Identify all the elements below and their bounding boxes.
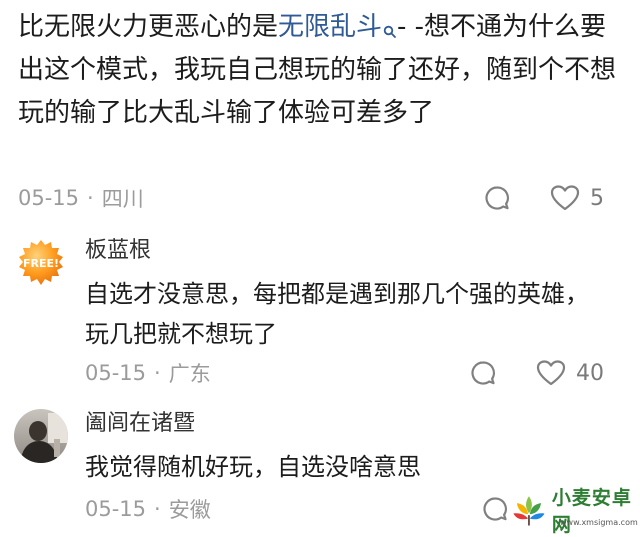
reply-body: 板蓝根 自选才没意思，每把都是遇到那几个强的英雄，玩几把就不想玩了: [85, 236, 605, 354]
site-watermark: 小麦安卓网 www.xmsigma.com: [510, 487, 638, 536]
reply-button[interactable]: [468, 358, 498, 388]
like-count: 40: [576, 360, 604, 386]
main-comment: 比无限火力更恶心的是无限乱斗 - -想不通为什么要出这个模式，我玩自己想玩的输了还…: [18, 6, 622, 211]
like-count: 5: [590, 185, 604, 211]
reply-username[interactable]: 板蓝根: [85, 236, 605, 266]
comment-date: 05-15: [18, 186, 80, 210]
watermark-url: www.xmsigma.com: [560, 518, 638, 527]
reply-text: 自选才没意思，每把都是遇到那几个强的英雄，玩几把就不想玩了: [85, 280, 589, 348]
watermark-text: 小麦安卓网: [551, 487, 632, 536]
meta-separator: ·: [87, 186, 94, 210]
reply-bubble-icon: [471, 361, 495, 385]
heart-outline-icon: [536, 360, 566, 386]
reply-username[interactable]: 阖闾在诸暨: [85, 409, 605, 439]
user-photo-avatar: [14, 409, 68, 463]
reply-actions: 40: [468, 358, 604, 388]
reply-bubble-icon: [485, 186, 509, 210]
reply-date: 05-15: [85, 361, 147, 385]
main-comment-text-before: 比无限火力更恶心的是: [18, 12, 279, 42]
heart-outline-icon: [550, 185, 580, 211]
topic-link[interactable]: 无限乱斗: [278, 12, 397, 42]
reply-date: 05-15: [85, 497, 147, 521]
main-comment-text: 比无限火力更恶心的是无限乱斗 - -想不通为什么要出这个模式，我玩自己想玩的输了还…: [18, 6, 622, 135]
reply-meta: 05-15 · 安徽: [85, 494, 211, 524]
reply-button[interactable]: [480, 494, 510, 524]
reply-text: 我觉得随机好玩，自选没啥意思: [85, 453, 421, 481]
like-button[interactable]: 5: [550, 184, 604, 212]
reply-button[interactable]: [482, 183, 512, 213]
search-icon: [383, 10, 397, 38]
reply-actions: [480, 494, 510, 524]
meta-separator: ·: [154, 361, 161, 385]
reply-location: 广东: [168, 362, 211, 386]
comment-location: 四川: [101, 187, 144, 211]
leaf-logo-icon: [513, 496, 545, 526]
topic-link-label[interactable]: 无限乱斗: [278, 12, 382, 42]
avatar[interactable]: [14, 409, 68, 463]
main-comment-actions: 5: [482, 183, 604, 213]
reply-bubble-icon: [483, 497, 507, 521]
free-badge-avatar: FREE!: [14, 236, 68, 290]
reply-meta: 05-15 · 广东: [85, 358, 211, 388]
like-button[interactable]: 40: [536, 359, 604, 387]
avatar-badge-text: FREE!: [23, 257, 59, 270]
reply-location: 安徽: [168, 498, 211, 522]
meta-separator: ·: [154, 497, 161, 521]
avatar[interactable]: FREE!: [14, 236, 68, 290]
main-comment-meta: 05-15 · 四川: [18, 183, 144, 213]
reply-body: 阖闾在诸暨 我觉得随机好玩，自选没啥意思: [85, 409, 605, 487]
